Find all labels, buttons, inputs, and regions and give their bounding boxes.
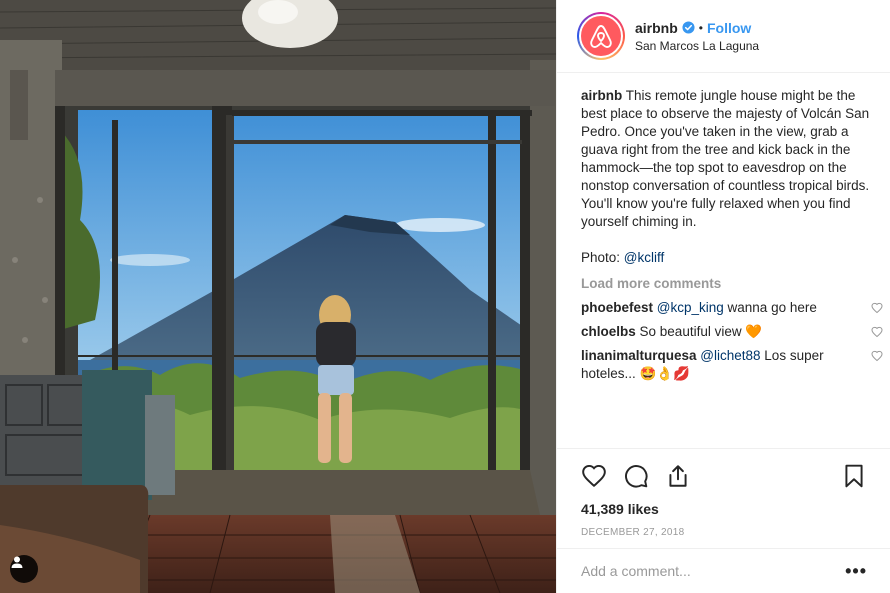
post-details-panel: airbnb • Follow San Marcos La Laguna air… [556, 0, 890, 593]
load-more-comments-button[interactable]: Load more comments [581, 275, 871, 293]
photo-credit: Photo: @kcliff [581, 249, 871, 267]
comment-text: wanna go here [723, 300, 817, 315]
comment-icon[interactable] [623, 463, 649, 489]
post-actions: 41,389 likes DECEMBER 27, 2018 [557, 448, 890, 538]
photo-credit-mention[interactable]: @kcliff [624, 250, 664, 265]
post-photo[interactable] [0, 0, 556, 593]
action-bar [581, 461, 867, 491]
comment-like-heart-icon[interactable] [871, 302, 883, 314]
story-ring[interactable] [577, 12, 625, 60]
add-comment-bar: ••• [557, 548, 890, 593]
avatar[interactable] [579, 14, 623, 58]
airbnb-logo-icon [590, 25, 612, 48]
verified-badge-icon [682, 21, 695, 34]
comment-username[interactable]: chloelbs [581, 324, 636, 339]
username[interactable]: airbnb [635, 20, 678, 36]
add-comment-input[interactable] [581, 563, 846, 579]
user-tag-icon [11, 556, 23, 568]
comments-section: airbnb This remote jungle house might be… [581, 87, 883, 383]
comment-like-heart-icon[interactable] [871, 326, 883, 338]
post-date[interactable]: DECEMBER 27, 2018 [581, 527, 867, 538]
photo-scene [0, 0, 556, 593]
user-tag-button[interactable] [10, 555, 38, 583]
comment-text: So beautiful view [639, 324, 746, 339]
comment-emoji: 🤩👌💋 [639, 366, 690, 381]
comment-like-heart-icon[interactable] [871, 350, 883, 362]
caption-username[interactable]: airbnb [581, 88, 622, 103]
comment: chloelbs So beautiful view 🧡 [581, 323, 883, 341]
comment-username[interactable]: linanimalturquesa [581, 348, 697, 363]
likes-count[interactable]: 41,389 likes [581, 501, 867, 517]
heart-icon[interactable] [581, 463, 607, 489]
share-icon[interactable] [665, 463, 691, 489]
caption-text: This remote jungle house might be the be… [581, 88, 870, 229]
location-link[interactable]: San Marcos La Laguna [635, 39, 759, 53]
bookmark-icon[interactable] [841, 463, 867, 489]
follow-button[interactable]: Follow [707, 20, 751, 36]
comment: phoebefest @kcp_king wanna go here [581, 299, 883, 317]
photo-credit-prefix: Photo: [581, 250, 624, 265]
instagram-post: airbnb • Follow San Marcos La Laguna air… [0, 0, 890, 593]
caption: airbnb This remote jungle house might be… [581, 87, 871, 231]
comment-mention[interactable]: @kcp_king [657, 300, 724, 315]
more-options-icon[interactable]: ••• [845, 562, 867, 580]
comment-emoji: 🧡 [745, 324, 763, 339]
comment-mention[interactable]: @lichet88 [700, 348, 760, 363]
separator-dot: • [698, 20, 703, 35]
post-header: airbnb • Follow San Marcos La Laguna [557, 0, 890, 73]
comment-username[interactable]: phoebefest [581, 300, 653, 315]
comment: linanimalturquesa @lichet88 Los super ho… [581, 347, 883, 383]
